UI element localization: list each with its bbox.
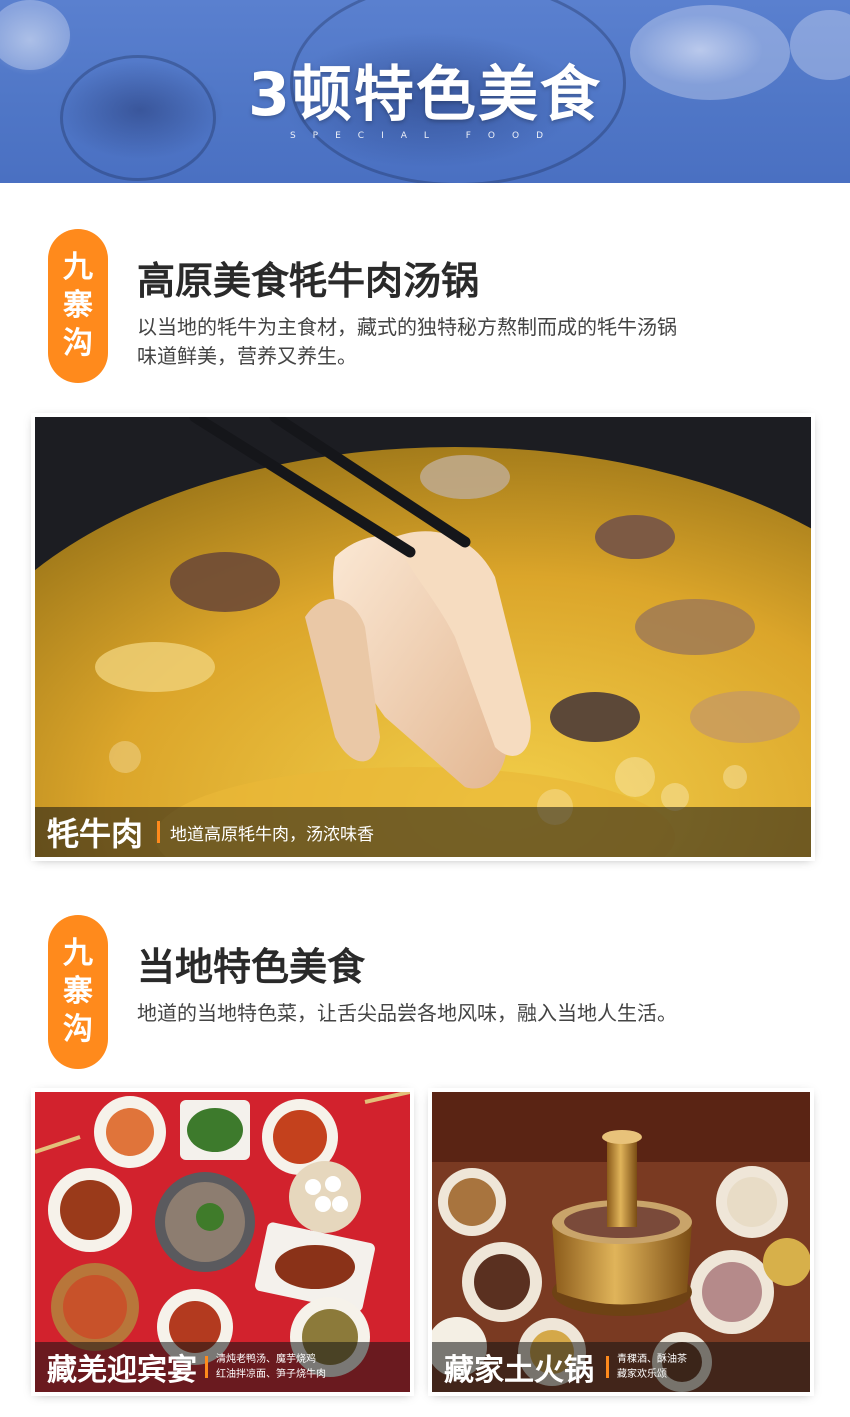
caption-note-line: 藏家欢乐颂 bbox=[617, 1369, 667, 1380]
location-tag: 九 寨 沟 bbox=[48, 915, 108, 1069]
tag-char: 沟 bbox=[63, 326, 93, 361]
tag-char: 九 bbox=[63, 250, 93, 285]
photo-caption: 牦牛肉 地道高原牦牛肉，汤浓味香 bbox=[35, 807, 811, 857]
caption-note-line: 青稞酒、酥油茶 bbox=[617, 1354, 687, 1365]
tag-char: 沟 bbox=[63, 1012, 93, 1047]
caption-divider bbox=[205, 1356, 208, 1378]
tag-char: 寨 bbox=[63, 974, 93, 1009]
description-line: 味道鲜美，营养又养生。 bbox=[137, 344, 357, 368]
photo-caption: 藏羌迎宾宴 清炖老鸭汤、魔芋烧鸡 红油拌凉面、笋子烧牛肉 bbox=[35, 1342, 410, 1392]
caption-title: 牦牛肉 bbox=[47, 815, 144, 853]
section-description: 地道的当地特色菜，让舌尖品尝各地风味，融入当地人生活。 bbox=[137, 999, 677, 1028]
yak-hotpot-image bbox=[35, 417, 811, 857]
caption-title: 藏羌迎宾宴 bbox=[47, 1353, 197, 1388]
header-banner: 3顿特色美食 SPECIAL FOOD bbox=[0, 0, 850, 183]
tibetan-banquet-photo: 藏羌迎宾宴 清炖老鸭汤、魔芋烧鸡 红油拌凉面、笋子烧牛肉 bbox=[35, 1092, 410, 1392]
tibetan-hotpot-photo: 藏家土火锅 青稞酒、酥油茶 藏家欢乐颂 bbox=[432, 1092, 810, 1392]
photo-caption: 藏家土火锅 青稞酒、酥油茶 藏家欢乐颂 bbox=[432, 1342, 810, 1392]
tag-char: 九 bbox=[63, 936, 93, 971]
yak-hotpot-photo: 牦牛肉 地道高原牦牛肉，汤浓味香 bbox=[35, 417, 811, 857]
caption-note: 青稞酒、酥油茶 藏家欢乐颂 bbox=[617, 1352, 687, 1382]
description-line: 以当地的牦牛为主食材，藏式的独特秘方熬制而成的牦牛汤锅 bbox=[137, 315, 677, 339]
caption-title: 藏家土火锅 bbox=[444, 1353, 594, 1388]
page-title: 3顿特色美食 bbox=[248, 60, 602, 130]
caption-note-line: 清炖老鸭汤、魔芋烧鸡 bbox=[216, 1354, 316, 1365]
page-subtitle: SPECIAL FOOD bbox=[289, 131, 561, 141]
section-title: 当地特色美食 bbox=[137, 945, 366, 989]
description-line: 地道的当地特色菜，让舌尖品尝各地风味，融入当地人生活。 bbox=[137, 1001, 677, 1025]
section-description: 以当地的牦牛为主食材，藏式的独特秘方熬制而成的牦牛汤锅 味道鲜美，营养又养生。 bbox=[137, 313, 677, 371]
caption-note-line: 红油拌凉面、笋子烧牛肉 bbox=[216, 1369, 326, 1380]
tag-char: 寨 bbox=[63, 288, 93, 323]
caption-divider bbox=[157, 821, 161, 843]
section-title: 高原美食牦牛肉汤锅 bbox=[137, 259, 480, 303]
caption-divider bbox=[606, 1356, 609, 1378]
caption-note: 地道高原牦牛肉，汤浓味香 bbox=[170, 824, 375, 845]
location-tag: 九 寨 沟 bbox=[48, 229, 108, 383]
caption-note: 清炖老鸭汤、魔芋烧鸡 红油拌凉面、笋子烧牛肉 bbox=[216, 1352, 326, 1382]
